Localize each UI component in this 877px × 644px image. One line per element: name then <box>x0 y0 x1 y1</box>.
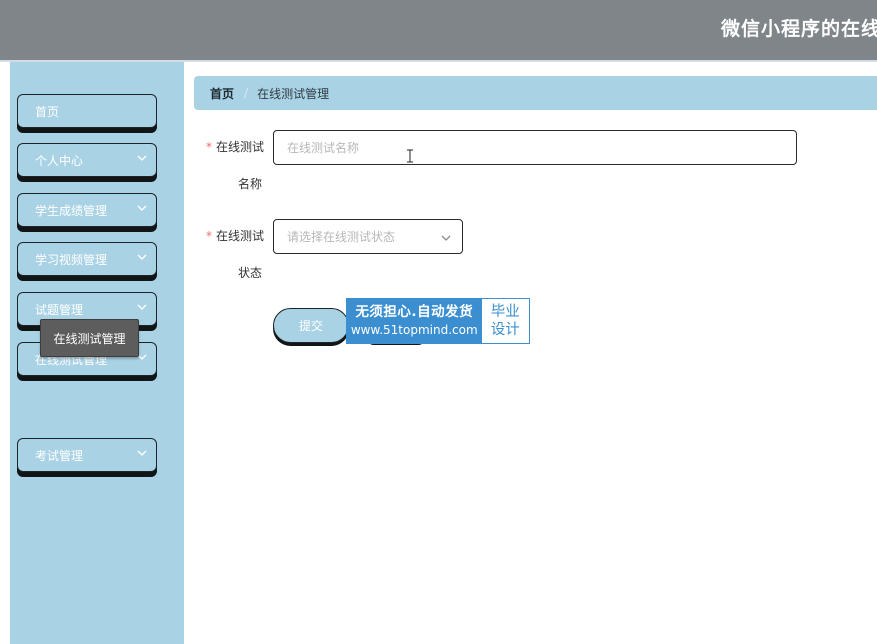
watermark-banner: 无须担心.自动发货 www.51topmind.com 毕业 设计 <box>346 298 530 344</box>
sidebar-item-label: 首页 <box>35 104 60 119</box>
sidebar-item-label: 学生成绩管理 <box>35 203 108 218</box>
chevron-down-icon <box>137 203 147 213</box>
submenu-item-online-test-management[interactable]: 在线测试管理 <box>40 319 139 357</box>
sidebar-item-student-grades[interactable]: 学生成绩管理 <box>17 193 157 227</box>
chevron-down-icon <box>137 302 147 312</box>
sidebar-item-exams[interactable]: 考试管理 <box>17 438 157 472</box>
sidebar-item-label: 考试管理 <box>35 448 84 463</box>
chevron-down-icon <box>137 448 147 458</box>
watermark-side: 毕业 设计 <box>481 299 529 343</box>
test-name-input[interactable] <box>273 130 797 165</box>
sidebar-item-label: 学习视频管理 <box>35 252 108 267</box>
watermark-side-line1: 毕业 <box>490 304 520 320</box>
app-title: 微信小程序的在线 <box>721 18 877 40</box>
chevron-down-icon <box>441 232 451 242</box>
sidebar-item-study-videos[interactable]: 学习视频管理 <box>17 242 157 276</box>
test-status-select[interactable]: 请选择在线测试状态 <box>273 219 463 254</box>
breadcrumb: 首页 / 在线测试管理 <box>194 76 877 110</box>
status-label-wrap: 状态 <box>238 266 263 280</box>
chevron-down-icon <box>137 153 147 163</box>
required-mark: * <box>206 140 212 154</box>
breadcrumb-current: 在线测试管理 <box>257 86 330 101</box>
select-placeholder: 请选择在线测试状态 <box>287 230 396 244</box>
ibeam-cursor-icon <box>406 148 414 163</box>
status-label-text: 在线测试 <box>216 229 265 243</box>
name-label-text: 在线测试 <box>216 140 265 154</box>
watermark-side-line2: 设计 <box>490 322 520 338</box>
top-header: 微信小程序的在线 <box>0 0 877 60</box>
sidebar-item-personal-center[interactable]: 个人中心 <box>17 143 157 177</box>
watermark-main: 无须担心.自动发货 www.51topmind.com <box>347 299 482 343</box>
watermark-url: www.51topmind.com <box>350 323 478 337</box>
sidebar-item-label: 个人中心 <box>35 153 84 168</box>
sidebar-item-label: 试题管理 <box>35 302 84 317</box>
breadcrumb-home-link[interactable]: 首页 <box>210 85 234 102</box>
submit-button[interactable]: 提交 <box>273 308 349 343</box>
status-field-label: * 在线测试 <box>206 219 264 253</box>
breadcrumb-separator: / <box>244 86 249 100</box>
name-label-wrap: 名称 <box>238 177 263 191</box>
watermark-slogan: 无须担心.自动发货 <box>355 304 474 320</box>
sidebar-item-home[interactable]: 首页 <box>17 94 157 128</box>
name-field-label: * 在线测试 <box>206 130 264 164</box>
chevron-down-icon <box>137 252 147 262</box>
required-mark: * <box>206 229 212 243</box>
sidebar-left-edge <box>0 62 10 644</box>
